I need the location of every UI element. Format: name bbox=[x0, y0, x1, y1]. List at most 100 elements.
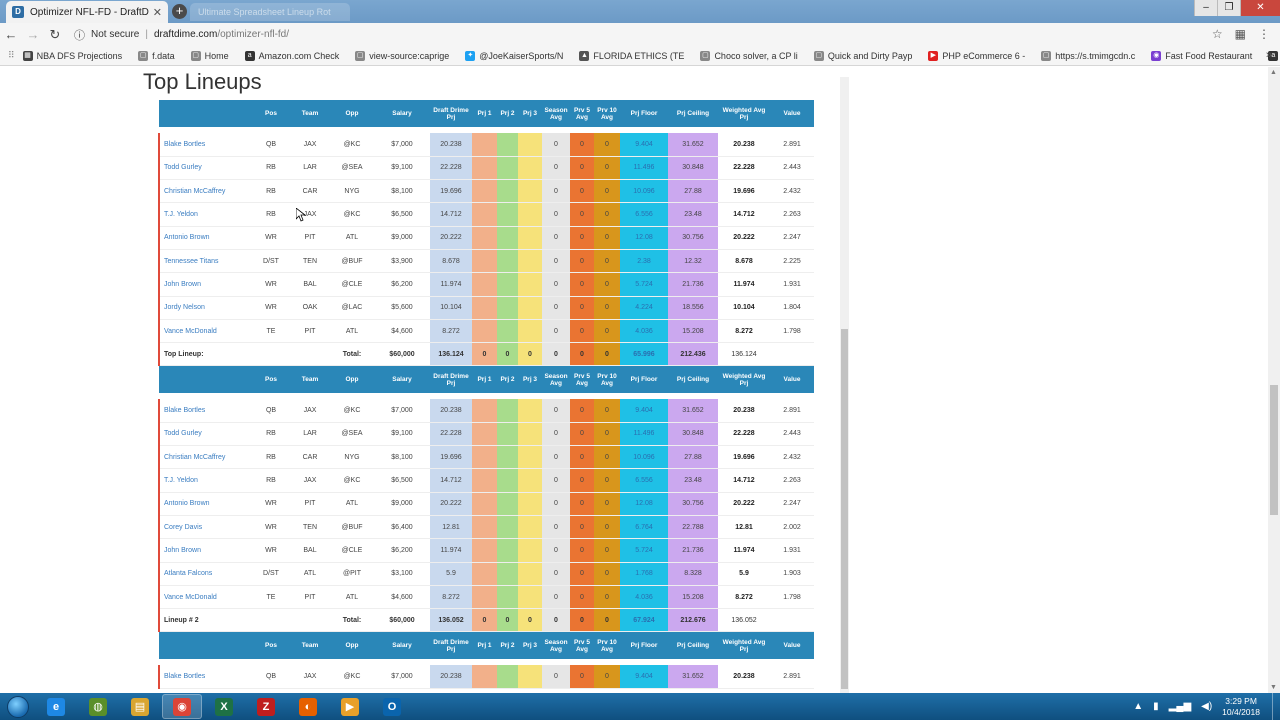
apps-icon[interactable]: ⠿ bbox=[8, 50, 15, 61]
clock[interactable]: 3:29 PM 10/4/2018 bbox=[1222, 696, 1260, 718]
player-name-link[interactable]: Vance McDonald bbox=[158, 319, 252, 344]
taskbar-globe-button[interactable]: ◍ bbox=[78, 694, 118, 719]
column-header-weighted[interactable]: Weighted Avg Prj bbox=[718, 100, 770, 127]
column-header-name[interactable] bbox=[159, 100, 252, 127]
column-header-ceil[interactable]: Prj Ceiling bbox=[668, 632, 718, 659]
table-row[interactable]: John Brown WR BAL @CLE $6,200 11.974 0 0 0 5.724 2… bbox=[158, 538, 814, 563]
player-name-link[interactable]: John Brown bbox=[158, 538, 252, 563]
player-name-link[interactable]: Atlanta Falcons bbox=[158, 562, 252, 586]
column-header-floor[interactable]: Prj Floor bbox=[620, 100, 668, 127]
column-header-draft[interactable]: Draft Drime Prj bbox=[430, 100, 472, 127]
column-header-salary[interactable]: Salary bbox=[374, 632, 430, 659]
table-row[interactable]: Blake Bortles QB JAX @KC $7,000 20.238 0 0 0 9.40… bbox=[158, 399, 814, 423]
player-name-link[interactable]: T.J. Yeldon bbox=[158, 468, 252, 493]
table-row[interactable]: John Brown WR BAL @CLE $6,200 11.974 0 0 0 5.724 2… bbox=[158, 272, 814, 297]
player-name-link[interactable]: Tennessee Titans bbox=[158, 249, 252, 274]
bookmark-item[interactable]: a Amazon.com Check bbox=[244, 50, 339, 61]
column-header-p3[interactable]: Prj 3 bbox=[518, 632, 542, 659]
column-header-draft[interactable]: Draft Drime Prj bbox=[430, 632, 472, 659]
volume-icon[interactable]: ◀) bbox=[1201, 701, 1212, 712]
player-name-link[interactable]: Blake Bortles bbox=[158, 665, 252, 689]
column-header-p3[interactable]: Prj 3 bbox=[518, 366, 542, 393]
table-row[interactable]: Atlanta Falcons D/ST ATL @PIT $3,100 5.9 0 0 0 1.… bbox=[158, 562, 814, 586]
column-header-opp[interactable]: Opp bbox=[330, 366, 374, 393]
player-name-link[interactable]: Christian McCaffrey bbox=[158, 179, 252, 204]
table-row[interactable]: Todd Gurley RB LAR @SEA $9,100 22.228 0 0 0 11.49… bbox=[158, 156, 814, 181]
minimize-button[interactable]: – bbox=[1194, 0, 1217, 16]
column-header-value[interactable]: Value bbox=[770, 632, 814, 659]
results-scrollbar[interactable] bbox=[840, 77, 849, 693]
taskbar-explorer-button[interactable]: ▤ bbox=[120, 694, 160, 719]
column-header-value[interactable]: Value bbox=[770, 100, 814, 127]
column-header-prv5[interactable]: Prv 5 Avg bbox=[570, 100, 594, 127]
column-header-opp[interactable]: Opp bbox=[330, 100, 374, 127]
bookmark-item[interactable]: ✦ @JoeKaiserSports/N bbox=[465, 50, 563, 61]
taskbar-filezilla-button[interactable]: Z bbox=[246, 694, 286, 719]
table-row[interactable]: Corey Davis WR TEN @BUF $6,400 12.81 0 0 0 6.764 2… bbox=[158, 515, 814, 540]
url-path[interactable]: /optimizer-nfl-fd/ bbox=[217, 29, 289, 40]
tab-optimizer[interactable]: D Optimizer NFL-FD - DraftDime ✕ bbox=[6, 1, 168, 23]
menu-kebab-icon[interactable]: ⋮ bbox=[1258, 27, 1270, 41]
bookmark-item[interactable]: ▶ PHP eCommerce 6 - bbox=[928, 50, 1025, 61]
player-name-link[interactable]: Blake Bortles bbox=[158, 133, 252, 157]
table-row[interactable]: T.J. Yeldon RB JAX @KC $6,500 14.712 0 0 0 6.556 2… bbox=[158, 202, 814, 227]
bookmark-item[interactable]: ▦ NBA DFS Projections bbox=[22, 50, 122, 61]
column-header-ceil[interactable]: Prj Ceiling bbox=[668, 100, 718, 127]
player-name-link[interactable]: Christian McCaffrey bbox=[158, 445, 252, 470]
table-row[interactable]: Christian McCaffrey RB CAR NYG $8,100 19.696 0… bbox=[158, 179, 814, 204]
column-header-pos[interactable]: Pos bbox=[252, 366, 290, 393]
player-name-link[interactable]: Vance McDonald bbox=[158, 585, 252, 610]
tray-up-arrow-icon[interactable]: ▲ bbox=[1133, 701, 1143, 712]
column-header-team[interactable]: Team bbox=[290, 100, 330, 127]
bookmark-item[interactable]: ▲ FLORIDA ETHICS (TE bbox=[579, 50, 684, 61]
column-header-opp[interactable]: Opp bbox=[330, 632, 374, 659]
column-header-p1[interactable]: Prj 1 bbox=[472, 632, 497, 659]
column-header-weighted[interactable]: Weighted Avg Prj bbox=[718, 632, 770, 659]
column-header-prv5[interactable]: Prv 5 Avg bbox=[570, 632, 594, 659]
url-host[interactable]: draftdime.com bbox=[154, 29, 217, 40]
column-header-prv10[interactable]: Prv 10 Avg bbox=[594, 366, 620, 393]
player-name-link[interactable]: Jordy Nelson bbox=[158, 296, 252, 320]
column-header-season[interactable]: Season Avg bbox=[542, 632, 570, 659]
page-scrollbar[interactable]: ▲ ▼ bbox=[1268, 67, 1280, 693]
table-row[interactable]: Vance McDonald TE PIT ATL $4,600 8.272 0 0 0 4.03… bbox=[158, 319, 814, 344]
table-row[interactable]: Vance McDonald TE PIT ATL $4,600 8.272 0 0 0 4.03… bbox=[158, 585, 814, 610]
column-header-team[interactable]: Team bbox=[290, 366, 330, 393]
close-tab-icon[interactable]: ✕ bbox=[153, 6, 162, 19]
taskbar-outlook-button[interactable]: O bbox=[372, 694, 412, 719]
column-header-value[interactable]: Value bbox=[770, 366, 814, 393]
player-name-link[interactable]: John Brown bbox=[158, 272, 252, 297]
table-row[interactable]: Blake Bortles QB JAX @KC $7,000 20.238 0 0 0 9.40… bbox=[158, 133, 814, 157]
network-icon[interactable]: ▂▄▆ bbox=[1169, 701, 1191, 712]
table-row[interactable]: Antonio Brown WR PIT ATL $9,000 20.222 0 0 0 12.0… bbox=[158, 492, 814, 516]
new-tab-button[interactable]: + bbox=[172, 4, 187, 19]
table-row[interactable]: Antonio Brown WR PIT ATL $9,000 20.222 0 0 0 12.0… bbox=[158, 226, 814, 250]
column-header-p2[interactable]: Prj 2 bbox=[497, 100, 518, 127]
column-header-pos[interactable]: Pos bbox=[252, 100, 290, 127]
column-header-floor[interactable]: Prj Floor bbox=[620, 366, 668, 393]
column-header-draft[interactable]: Draft Drime Prj bbox=[430, 366, 472, 393]
back-arrow-icon[interactable]: ← bbox=[0, 27, 22, 42]
taskbar-excel-button[interactable]: X bbox=[204, 694, 244, 719]
player-name-link[interactable]: Blake Bortles bbox=[158, 399, 252, 423]
table-row[interactable]: T.J. Yeldon RB JAX @KC $6,500 14.712 0 0 0 6.556 2… bbox=[158, 468, 814, 493]
column-header-p2[interactable]: Prj 2 bbox=[497, 632, 518, 659]
column-header-name[interactable] bbox=[159, 632, 252, 659]
table-row[interactable]: Christian McCaffrey RB CAR NYG $8,100 19.696 0… bbox=[158, 445, 814, 470]
scroll-down-arrow-icon[interactable]: ▼ bbox=[1270, 684, 1277, 691]
bookmark-item[interactable]: ▢ Quick and Dirty Payp bbox=[813, 50, 912, 61]
bookmark-item[interactable]: ▢ https://s.tmimgcdn.c bbox=[1041, 50, 1135, 61]
player-name-link[interactable]: T.J. Yeldon bbox=[158, 202, 252, 227]
show-desktop-button[interactable] bbox=[1272, 693, 1280, 720]
column-header-name[interactable] bbox=[159, 366, 252, 393]
column-header-p2[interactable]: Prj 2 bbox=[497, 366, 518, 393]
bookmark-item[interactable]: ▢ view-source:caprige bbox=[355, 50, 449, 61]
column-header-pos[interactable]: Pos bbox=[252, 632, 290, 659]
column-header-prv5[interactable]: Prv 5 Avg bbox=[570, 366, 594, 393]
close-window-button[interactable]: ✕ bbox=[1240, 0, 1280, 16]
start-button[interactable] bbox=[0, 693, 36, 720]
column-header-floor[interactable]: Prj Floor bbox=[620, 632, 668, 659]
column-header-season[interactable]: Season Avg bbox=[542, 366, 570, 393]
bookmark-item[interactable]: ▢ Choco solver, a CP li bbox=[700, 50, 798, 61]
more-bookmarks-icon[interactable]: » bbox=[1266, 49, 1272, 61]
